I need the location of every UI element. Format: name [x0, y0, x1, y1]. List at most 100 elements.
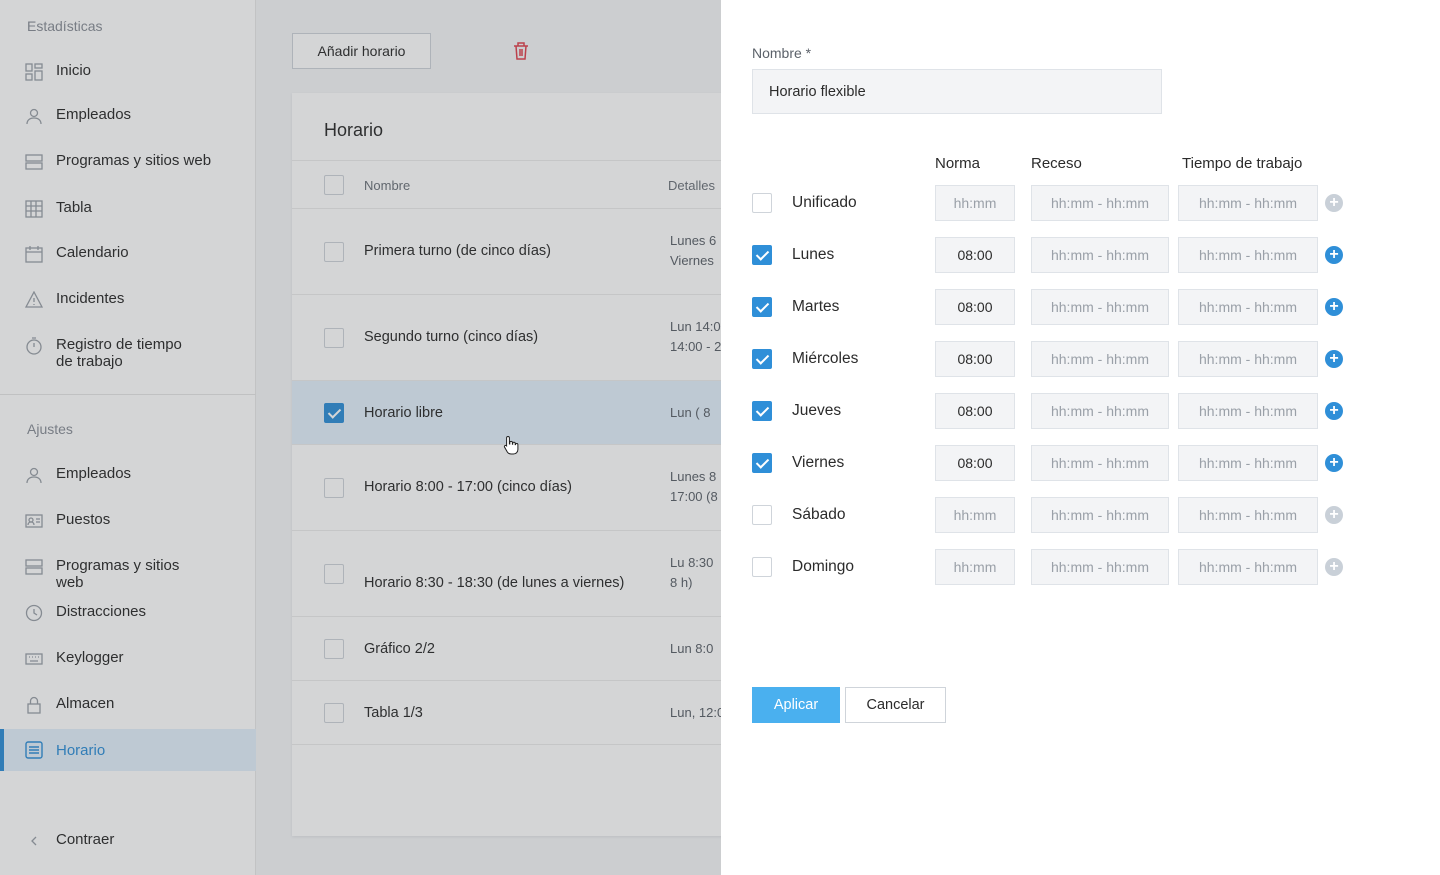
- sidebar-item-distracciones[interactable]: Distracciones: [0, 603, 256, 622]
- day-label: Domingo: [792, 558, 855, 575]
- add-interval-icon[interactable]: +: [1325, 298, 1343, 316]
- break-range-input[interactable]: [1031, 289, 1169, 325]
- day-checkbox[interactable]: [752, 401, 772, 421]
- sidebar-item-keylogger[interactable]: Keylogger: [0, 649, 256, 668]
- sidebar-item-inicio[interactable]: Inicio: [0, 62, 256, 81]
- norma-input[interactable]: [935, 549, 1015, 585]
- row-name: Horario 8:30 - 18:30 (de lunes a viernes…: [364, 575, 625, 591]
- break-range-input[interactable]: [1031, 341, 1169, 377]
- row-checkbox[interactable]: [324, 564, 344, 584]
- day-checkbox[interactable]: [752, 193, 772, 213]
- day-checkbox[interactable]: [752, 349, 772, 369]
- break-range-input[interactable]: [1031, 549, 1169, 585]
- row-details: Lun, 12:0: [670, 705, 725, 720]
- table-icon: [25, 200, 43, 218]
- lock-icon: [25, 696, 43, 714]
- sidebar-item-programas[interactable]: Programas y sitios web: [0, 152, 256, 171]
- row-name: Gráfico 2/2: [364, 641, 435, 657]
- work-time-input[interactable]: [1178, 341, 1318, 377]
- stats-section-title: Estadísticas: [27, 18, 103, 34]
- norma-input[interactable]: [935, 289, 1015, 325]
- sidebar-item-incidentes[interactable]: Incidentes: [0, 290, 256, 309]
- apply-button[interactable]: Aplicar: [752, 687, 840, 723]
- sidebar-item-tabla[interactable]: Tabla: [0, 199, 256, 218]
- row-name: Primera turno (de cinco días): [364, 243, 551, 259]
- work-time-input[interactable]: [1178, 185, 1318, 221]
- break-range-input[interactable]: [1031, 393, 1169, 429]
- sidebar-item-horario[interactable]: Horario: [0, 729, 256, 771]
- sidebar-item-label: Incidentes: [56, 290, 125, 307]
- cancel-button[interactable]: Cancelar: [845, 687, 946, 723]
- dashboard-icon: [25, 63, 43, 81]
- sidebar-item-calendario[interactable]: Calendario: [0, 244, 256, 263]
- norma-input[interactable]: [935, 341, 1015, 377]
- norma-input[interactable]: [935, 445, 1015, 481]
- day-checkbox[interactable]: [752, 297, 772, 317]
- row-checkbox[interactable]: [324, 478, 344, 498]
- add-interval-icon[interactable]: +: [1325, 506, 1343, 524]
- break-range-input[interactable]: [1031, 237, 1169, 273]
- user-icon: [25, 107, 43, 125]
- collapse-sidebar-button[interactable]: Contraer: [0, 831, 256, 850]
- row-checkbox[interactable]: [324, 703, 344, 723]
- work-time-input[interactable]: [1178, 497, 1318, 533]
- row-name: Tabla 1/3: [364, 705, 423, 721]
- settings-section-title: Ajustes: [27, 421, 73, 437]
- sidebar-item-label: Horario: [56, 741, 106, 759]
- norma-input[interactable]: [935, 497, 1015, 533]
- sidebar-item-label: Calendario: [56, 244, 129, 261]
- work-time-input[interactable]: [1178, 289, 1318, 325]
- add-interval-icon[interactable]: +: [1325, 246, 1343, 264]
- work-time-input[interactable]: [1178, 237, 1318, 273]
- row-details: Lunes 8 17:00 (8: [670, 469, 718, 504]
- row-checkbox[interactable]: [324, 328, 344, 348]
- norma-input[interactable]: [935, 237, 1015, 273]
- day-checkbox[interactable]: [752, 453, 772, 473]
- work-time-input[interactable]: [1178, 445, 1318, 481]
- add-interval-icon[interactable]: +: [1325, 350, 1343, 368]
- day-checkbox[interactable]: [752, 557, 772, 577]
- add-interval-icon[interactable]: +: [1325, 558, 1343, 576]
- sidebar-item-label: Almacen: [56, 695, 115, 712]
- break-range-input[interactable]: [1031, 185, 1169, 221]
- add-interval-icon[interactable]: +: [1325, 194, 1343, 212]
- sidebar-item-label: Empleados: [56, 465, 132, 482]
- sidebar: Estadísticas Inicio Empleados Programas …: [0, 0, 256, 875]
- trash-icon[interactable]: [512, 41, 530, 61]
- card-title: Horario: [324, 120, 384, 140]
- row-checkbox[interactable]: [324, 639, 344, 659]
- row-checkbox[interactable]: [324, 242, 344, 262]
- day-checkbox[interactable]: [752, 505, 772, 525]
- break-range-input[interactable]: [1031, 497, 1169, 533]
- norma-input[interactable]: [935, 393, 1015, 429]
- calendar-icon: [25, 245, 43, 263]
- day-checkbox[interactable]: [752, 245, 772, 265]
- sidebar-item-programas-settings[interactable]: Programas y sitios web: [0, 557, 256, 591]
- day-label: Viernes: [792, 454, 845, 471]
- schedule-icon: [25, 741, 43, 759]
- sidebar-item-empleados[interactable]: Empleados: [0, 106, 256, 125]
- work-time-input[interactable]: [1178, 549, 1318, 585]
- keyboard-icon: [25, 650, 43, 668]
- sidebar-item-puestos[interactable]: Puestos: [0, 511, 256, 530]
- add-interval-icon[interactable]: +: [1325, 402, 1343, 420]
- work-time-input[interactable]: [1178, 393, 1318, 429]
- sidebar-item-label: Distracciones: [56, 603, 147, 620]
- schedule-name-input[interactable]: [752, 69, 1162, 114]
- add-schedule-button[interactable]: Añadir horario: [292, 33, 431, 69]
- hand-cursor-icon: [503, 435, 519, 455]
- day-label: Sábado: [792, 506, 846, 523]
- apps-icon: [25, 153, 43, 171]
- add-interval-icon[interactable]: +: [1325, 454, 1343, 472]
- norma-input[interactable]: [935, 185, 1015, 221]
- select-all-checkbox[interactable]: [324, 175, 344, 195]
- break-range-input[interactable]: [1031, 445, 1169, 481]
- sidebar-item-registro[interactable]: Registro de tiempo de trabajo: [0, 336, 256, 370]
- sidebar-item-empleados-settings[interactable]: Empleados: [0, 465, 256, 484]
- sidebar-item-label: Puestos: [56, 511, 111, 528]
- row-details: Lu 8:30 8 h): [670, 555, 714, 590]
- sidebar-item-label: Registro de tiempo de trabajo: [56, 336, 182, 370]
- row-checkbox[interactable]: [324, 403, 344, 423]
- row-details: Lun 8:0: [670, 641, 714, 656]
- sidebar-item-almacen[interactable]: Almacen: [0, 695, 256, 714]
